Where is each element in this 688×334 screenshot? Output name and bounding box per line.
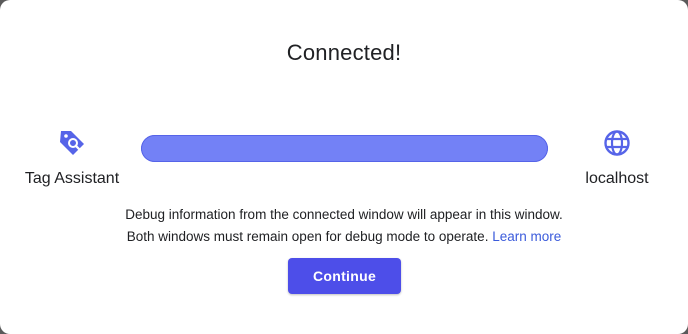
source-endpoint: Tag Assistant [20, 128, 124, 188]
connected-dialog: Connected! Tag Assistant localhost Debug… [0, 0, 688, 334]
info-line-1: Debug information from the connected win… [125, 207, 563, 222]
continue-button[interactable]: Continue [288, 258, 401, 294]
target-label: localhost [585, 170, 649, 187]
tag-assistant-icon [57, 128, 87, 158]
info-text: Debug information from the connected win… [0, 204, 688, 248]
learn-more-link[interactable]: Learn more [492, 229, 561, 244]
connection-progress-bar [141, 135, 548, 162]
globe-icon [602, 128, 632, 158]
source-label: Tag Assistant [24, 170, 120, 187]
info-line-2: Both windows must remain open for debug … [0, 226, 688, 248]
dialog-title: Connected! [286, 40, 402, 65]
target-endpoint: localhost [578, 128, 656, 188]
info-line-2-text: Both windows must remain open for debug … [126, 229, 489, 244]
connection-progress-fill [141, 135, 548, 162]
